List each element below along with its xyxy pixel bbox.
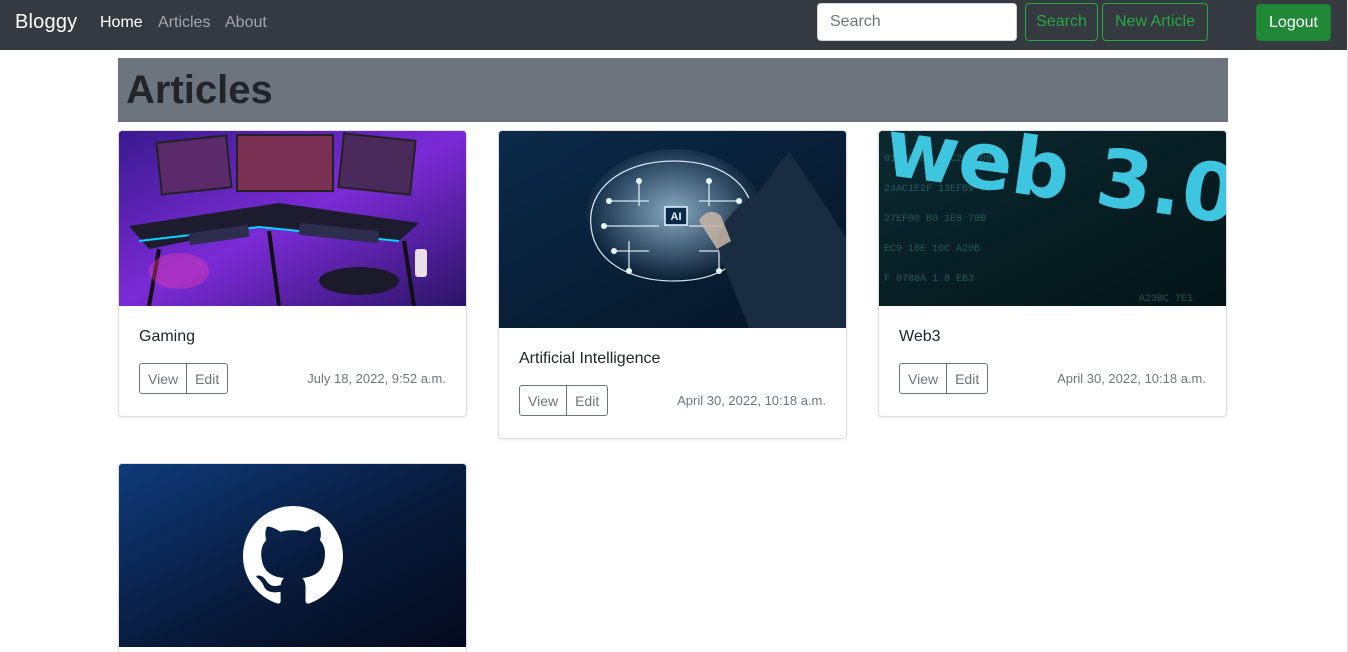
article-date: July 18, 2022, 9:52 a.m. (307, 371, 446, 386)
svg-text:A23BC 7E1: A23BC 7E1 (1139, 294, 1193, 305)
article-card-ai: AI Artificial Intelligence View Edit Apr… (498, 130, 847, 439)
article-title: Web3 (899, 328, 941, 345)
article-card-github (118, 463, 467, 652)
card-body: Web3 View Edit April 30, 2022, 10:18 a.m… (879, 306, 1226, 414)
article-date: April 30, 2022, 10:18 a.m. (1057, 371, 1206, 386)
view-button[interactable]: View (139, 363, 188, 394)
card-actions: View Edit April 30, 2022, 10:18 a.m. (899, 363, 1206, 394)
edit-button[interactable]: Edit (947, 363, 989, 394)
ai-chip-label: AI (671, 211, 682, 223)
logout-button[interactable]: Logout (1256, 4, 1331, 41)
page-title: Articles (126, 68, 273, 112)
article-date: April 30, 2022, 10:18 a.m. (677, 393, 826, 408)
action-button-group: View Edit (139, 363, 229, 394)
svg-text:EC9 16E 10C A20B: EC9 16E 10C A20B (884, 244, 980, 255)
search-input[interactable] (817, 3, 1017, 41)
card-body: Gaming View Edit July 18, 2022, 9:52 a.m… (119, 306, 466, 414)
view-button[interactable]: View (899, 363, 948, 394)
card-actions: View Edit April 30, 2022, 10:18 a.m. (519, 385, 826, 416)
action-button-group: View Edit (519, 385, 609, 416)
github-logo-image (119, 464, 466, 647)
edit-button[interactable]: Edit (567, 385, 609, 416)
card-body: Artificial Intelligence View Edit April … (499, 328, 846, 436)
view-button[interactable]: View (519, 385, 568, 416)
edit-button[interactable]: Edit (187, 363, 229, 394)
svg-text:27EF00 B0 1E8 70B: 27EF00 B0 1E8 70B (884, 214, 986, 225)
card-actions: View Edit July 18, 2022, 9:52 a.m. (139, 363, 446, 394)
article-title: Gaming (139, 328, 196, 345)
web3-image: 018F0780 34C2 0F08 24AC1E2F 13EFB9 08 27… (879, 131, 1226, 306)
page-header: Articles (118, 58, 1228, 122)
nav-link-home[interactable]: Home (100, 14, 143, 32)
nav-link-about[interactable]: About (225, 14, 267, 32)
gaming-setup-image (119, 131, 466, 306)
action-button-group: View Edit (899, 363, 989, 394)
navbar: Bloggy Home Articles About Search New Ar… (0, 0, 1348, 50)
article-card-gaming: Gaming View Edit July 18, 2022, 9:52 a.m… (118, 130, 467, 417)
search-button[interactable]: Search (1025, 3, 1098, 41)
ai-brain-image: AI (499, 131, 846, 328)
article-card-web3: 018F0780 34C2 0F08 24AC1E2F 13EFB9 08 27… (878, 130, 1227, 417)
nav-link-articles[interactable]: Articles (158, 14, 210, 32)
article-title: Artificial Intelligence (519, 350, 661, 367)
svg-text:F 8788A 1 8 EB3: F 8788A 1 8 EB3 (884, 274, 974, 285)
brand-logo[interactable]: Bloggy (15, 11, 77, 34)
new-article-button[interactable]: New Article (1102, 3, 1208, 41)
